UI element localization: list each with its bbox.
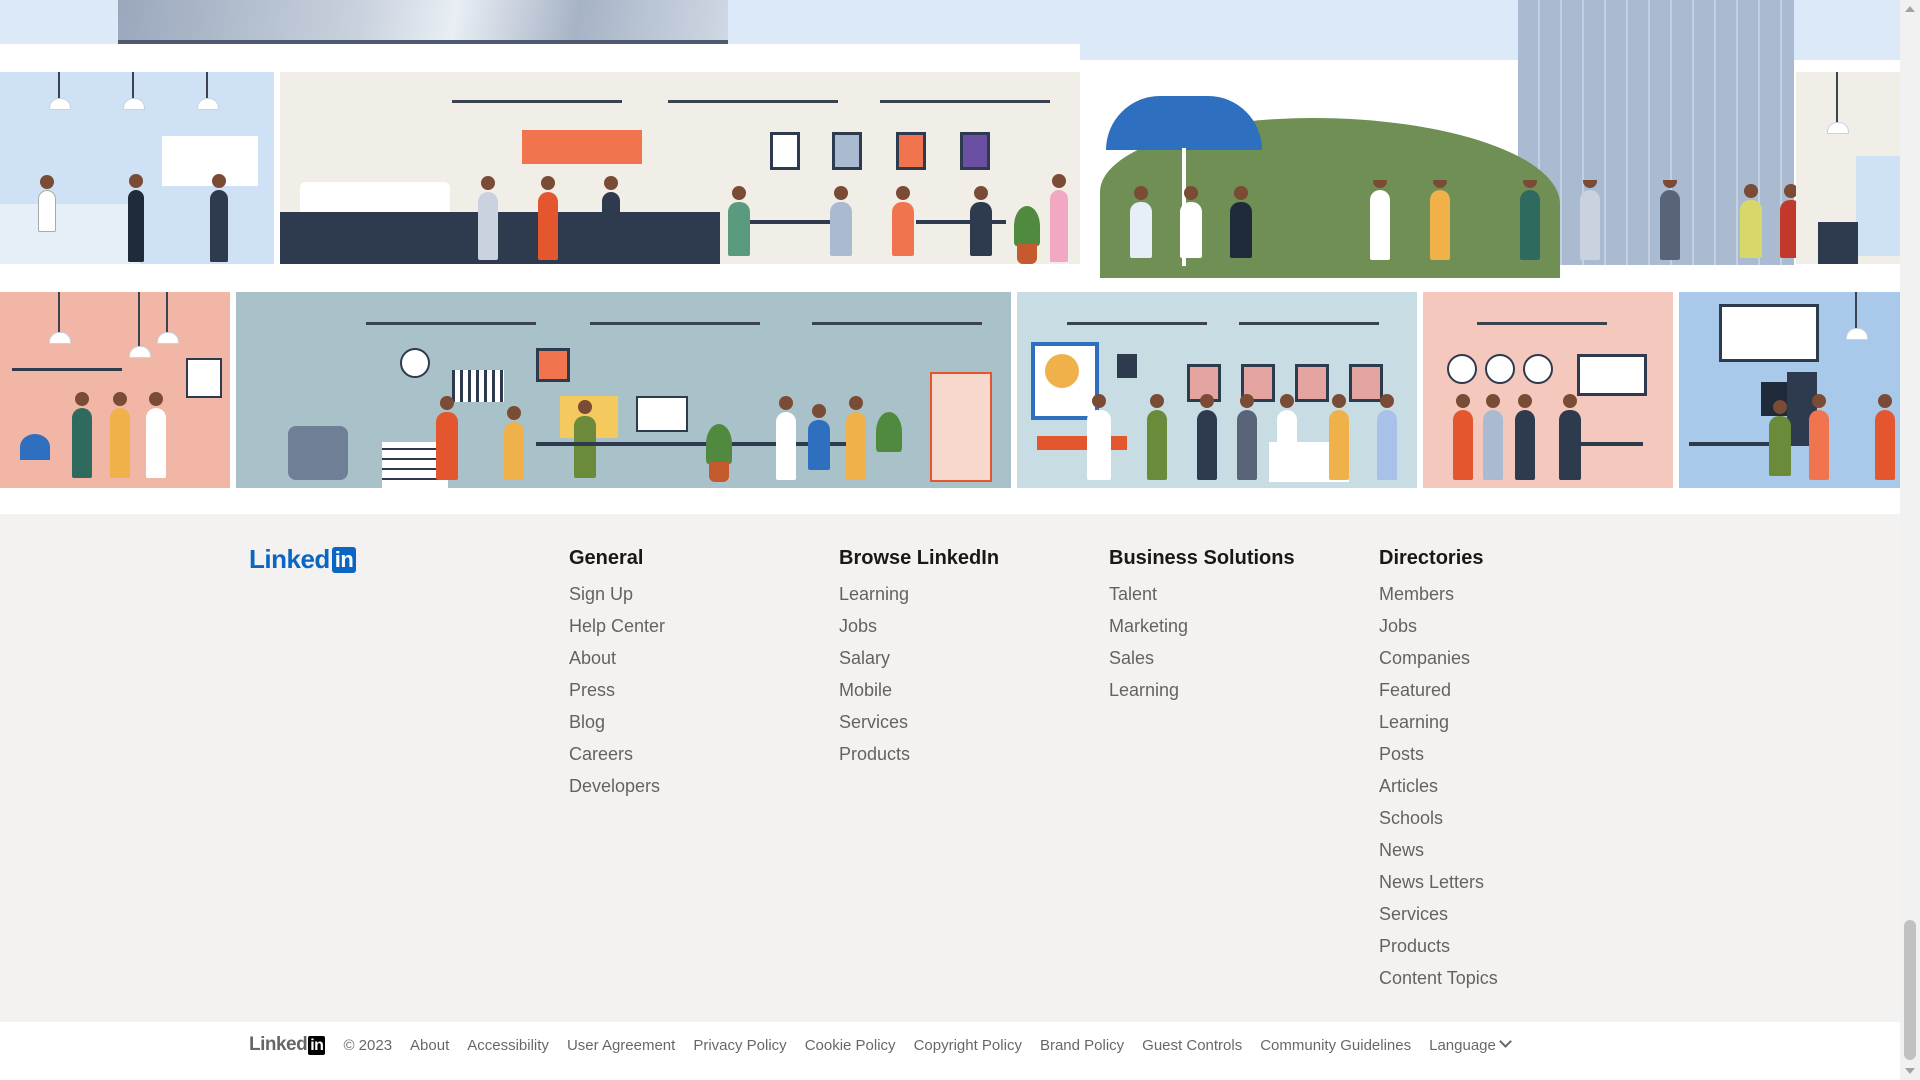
legal-link-copyright-policy[interactable]: Copyright Policy: [914, 1037, 1022, 1054]
footer-column-business: Business Solutions Talent Marketing Sale…: [1109, 546, 1295, 706]
language-label: Language: [1429, 1036, 1496, 1054]
footer-link-content-topics[interactable]: Content Topics: [1379, 968, 1498, 988]
footer-link-developers[interactable]: Developers: [569, 776, 660, 796]
patio-panel: [1080, 180, 1900, 264]
footer-link-schools[interactable]: Schools: [1379, 808, 1443, 828]
footer-link-sales[interactable]: Sales: [1109, 648, 1154, 668]
logo-in-box: in: [308, 1035, 326, 1055]
legal-link-cookie-policy[interactable]: Cookie Policy: [805, 1037, 896, 1054]
logo-in-box: in: [331, 546, 357, 573]
legal-link-brand-policy[interactable]: Brand Policy: [1040, 1037, 1124, 1054]
footer-link-jobs[interactable]: Jobs: [839, 616, 877, 636]
office-illustration: [0, 0, 1900, 514]
footer-link-salary[interactable]: Salary: [839, 648, 890, 668]
legal-link-community-guidelines[interactable]: Community Guidelines: [1260, 1037, 1411, 1054]
footer-link-learning-directory[interactable]: Learning: [1379, 712, 1449, 732]
footer-link-featured[interactable]: Featured: [1379, 680, 1451, 700]
footer-link-sign-up[interactable]: Sign Up: [569, 584, 633, 604]
copyright-text: © 2023: [343, 1036, 393, 1054]
footer-column-browse: Browse LinkedIn Learning Jobs Salary Mob…: [839, 546, 999, 770]
meeting-panel: [1423, 292, 1673, 488]
footer-link-companies[interactable]: Companies: [1379, 648, 1470, 668]
footer-link-press[interactable]: Press: [569, 680, 615, 700]
kitchen-panel: [0, 72, 274, 264]
column-heading: Business Solutions: [1109, 547, 1295, 569]
store-panel: [1796, 72, 1900, 264]
legal-bar: Linked in © 2023 About Accessibility User…: [0, 1022, 1900, 1080]
footer-link-marketing[interactable]: Marketing: [1109, 616, 1188, 636]
footer-link-services[interactable]: Services: [839, 712, 908, 732]
footer-link-mobile[interactable]: Mobile: [839, 680, 892, 700]
legal-link-user-agreement[interactable]: User Agreement: [567, 1037, 675, 1054]
legal-link-privacy-policy[interactable]: Privacy Policy: [693, 1037, 786, 1054]
gallery-panel: [1017, 292, 1417, 488]
footer-link-learning-business[interactable]: Learning: [1109, 680, 1179, 700]
footer-column-directories: Directories Members Jobs Companies Featu…: [1379, 546, 1498, 994]
footer-link-products-directory[interactable]: Products: [1379, 936, 1450, 956]
column-heading: General: [569, 547, 644, 569]
logo-wordmark: Linked: [249, 1034, 308, 1055]
footer-link-help-center[interactable]: Help Center: [569, 616, 665, 636]
logo-wordmark: Linked: [249, 544, 330, 574]
dev-panel: [1679, 292, 1900, 488]
footer-link-posts[interactable]: Posts: [1379, 744, 1424, 764]
footer-link-about[interactable]: About: [569, 648, 616, 668]
legal-link-guest-controls[interactable]: Guest Controls: [1142, 1037, 1242, 1054]
footer-link-careers[interactable]: Careers: [569, 744, 633, 764]
page-scrollbar[interactable]: [1900, 0, 1920, 1080]
legal-link-about[interactable]: About: [410, 1037, 449, 1054]
patio-umbrella: [1106, 96, 1262, 150]
footer-link-members[interactable]: Members: [1379, 584, 1454, 604]
workspace-panel: [236, 292, 1011, 488]
scroll-down-arrow-icon[interactable]: [1905, 1068, 1915, 1074]
footer-link-jobs-directory[interactable]: Jobs: [1379, 616, 1417, 636]
footer-link-blog[interactable]: Blog: [569, 712, 605, 732]
legal-link-accessibility[interactable]: Accessibility: [467, 1037, 549, 1054]
footer-link-articles[interactable]: Articles: [1379, 776, 1438, 796]
footer-column-general: General Sign Up Help Center About Press …: [569, 546, 665, 802]
linkedin-logo[interactable]: Linked in: [249, 544, 357, 575]
footer-link-news-letters[interactable]: News Letters: [1379, 872, 1484, 892]
column-heading: Directories: [1379, 547, 1484, 569]
scrollbar-thumb[interactable]: [1904, 920, 1916, 1060]
scroll-up-arrow-icon[interactable]: [1905, 6, 1915, 12]
chevron-down-icon: [1499, 1034, 1512, 1048]
footer-link-talent[interactable]: Talent: [1109, 584, 1157, 604]
rooftop: [0, 44, 1080, 74]
column-heading: Browse LinkedIn: [839, 547, 1000, 569]
language-dropdown[interactable]: Language: [1429, 1034, 1512, 1054]
cafe-panel: [280, 72, 1080, 264]
lounge-panel: [0, 292, 230, 488]
linkedin-logo-small[interactable]: Linked in: [249, 1034, 326, 1056]
footer-link-products[interactable]: Products: [839, 744, 910, 764]
footer-link-news[interactable]: News: [1379, 840, 1424, 860]
footer-link-services-directory[interactable]: Services: [1379, 904, 1448, 924]
footer-link-learning[interactable]: Learning: [839, 584, 909, 604]
building-roof: [118, 0, 728, 44]
